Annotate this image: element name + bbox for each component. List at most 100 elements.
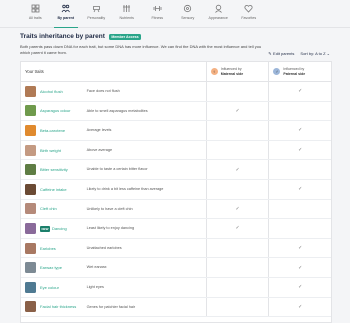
trait-result: Average levels <box>86 128 112 133</box>
check-icon: ✓ <box>298 88 303 95</box>
trait-result: Unlikely to have a cleft chin <box>86 206 133 211</box>
trait-cell[interactable]: Alcohol flush <box>21 82 87 101</box>
check-icon: ✓ <box>298 127 303 134</box>
trait-link[interactable]: Alcohol flush <box>40 89 63 94</box>
maternal-cell: ✓ <box>205 219 269 238</box>
nav-tab-sensory[interactable]: Sensory <box>173 0 204 28</box>
maternal-cell: ✓ <box>205 199 269 219</box>
column-header-maternal: ♀ Influenced by Maternal side <box>205 62 269 82</box>
trait-link[interactable]: NEW Dancing <box>40 225 67 232</box>
nav-tab-favorites[interactable]: Favorites <box>234 0 265 28</box>
trait-thumbnail <box>25 164 36 176</box>
trait-cell[interactable]: Eye colour <box>21 278 87 297</box>
page-description: Both parents pass down DNA for each trai… <box>20 44 262 55</box>
trait-result: Unattached earlobes <box>86 245 122 250</box>
maternal-cell <box>205 258 269 277</box>
maternal-cell <box>205 82 269 101</box>
maternal-cell: ✓ <box>205 160 269 179</box>
trait-name: Cleft chin <box>40 206 57 212</box>
trait-cell[interactable]: Cleft chin <box>21 200 87 219</box>
nav-tab-all-traits[interactable]: All traits <box>20 0 51 28</box>
nav-label: By parent <box>57 16 75 20</box>
nutrients-icon <box>123 5 131 12</box>
paternal-cell: ✓ <box>268 179 331 199</box>
nav-tabs: All traits By parent Personality Nutrients F… <box>20 0 264 28</box>
trait-cell[interactable]: Asparagus odour <box>21 102 87 121</box>
paternal-cell: ✓ <box>268 258 331 277</box>
trait-cell[interactable]: Beta-carotene <box>21 121 87 140</box>
trait-result: Likely to drink a bit less caffeine than… <box>86 186 164 191</box>
trait-result: Face does not flush <box>86 89 120 93</box>
table-row: Birth weight Above average ✓ <box>21 140 331 161</box>
trait-thumbnail <box>25 262 36 274</box>
paternal-cell: ✓ <box>268 140 331 160</box>
paternal-cell: ✓ <box>268 82 331 101</box>
nav-label: Sensory <box>181 16 195 20</box>
trait-thumbnail <box>25 301 36 313</box>
check-icon: ✓ <box>298 264 303 271</box>
maternal-cell <box>205 238 269 258</box>
maternal-avatar-icon: ♀ <box>210 68 218 75</box>
trait-name: Dancing <box>52 225 67 231</box>
page-heading: Traits inheritance by parent Member Acce… <box>20 33 142 40</box>
dumbbell-icon <box>153 6 162 11</box>
trait-name: Asparagus odour <box>40 108 71 114</box>
table-row: Alcohol flush Face does not flush ✓ <box>21 82 331 102</box>
trait-link[interactable]: Eye colour <box>40 285 59 290</box>
nav-tab-by-parent[interactable]: By parent <box>51 0 82 28</box>
check-icon: ✓ <box>298 245 303 252</box>
family-icon <box>61 4 71 13</box>
column-header-paternal: ♂ Influenced by Paternal side <box>268 62 331 82</box>
table-body: Alcohol flush Face does not flush ✓ Asparag… <box>21 82 331 318</box>
top-nav: All traits By parent Personality Nutrients F… <box>0 0 350 28</box>
trait-cell[interactable]: Bitter sensitivity <box>21 160 87 179</box>
check-icon: ✓ <box>235 205 240 212</box>
trait-result: Light eyes <box>86 284 104 289</box>
nav-tab-appearance[interactable]: Appearance <box>203 0 234 28</box>
table-row: Eye colour Light eyes ✓ <box>21 277 331 298</box>
paternal-cell <box>268 160 331 179</box>
traits-table: Your traits ♀ Influenced by Maternal side… <box>20 61 332 323</box>
paternal-cell: ✓ <box>268 238 331 258</box>
maternal-cell: ✓ <box>205 101 269 121</box>
nav-label: Appearance <box>208 16 228 20</box>
trait-cell[interactable]: Caffeine intake <box>21 180 87 199</box>
paternal-cell <box>268 219 331 238</box>
trait-link[interactable]: Bitter sensitivity <box>40 167 68 172</box>
paternal-cell: ✓ <box>268 297 331 317</box>
trait-cell[interactable]: Earwax type <box>21 258 87 277</box>
trait-link[interactable]: Asparagus odour <box>40 108 70 113</box>
edit-parents-button[interactable]: Edit parents <box>268 51 294 56</box>
nav-label: Fitness <box>151 16 164 20</box>
paternal-avatar-icon: ♂ <box>273 68 281 75</box>
trait-thumbnail <box>25 242 36 254</box>
table-row: Earwax type Wet earwax ✓ <box>21 258 331 278</box>
paternal-cell <box>268 199 331 219</box>
maternal-cell <box>205 121 269 140</box>
trait-cell[interactable]: Facial hair thickness <box>21 298 87 317</box>
trait-cell[interactable]: Birth weight <box>21 141 87 160</box>
trait-link[interactable]: Caffeine intake <box>40 187 67 192</box>
nav-label: Personality <box>87 16 106 20</box>
trait-thumbnail <box>25 85 36 97</box>
trait-link[interactable]: Facial hair thickness <box>40 304 76 309</box>
trait-thumbnail <box>25 124 36 136</box>
trait-name: Facial hair thickness <box>40 304 77 310</box>
trait-link[interactable]: Earwax type <box>40 265 62 270</box>
nav-tab-fitness[interactable]: Fitness <box>142 0 173 28</box>
trait-result: Above average <box>86 147 113 152</box>
trait-cell[interactable]: Earlobes <box>21 239 87 258</box>
trait-link[interactable]: Cleft chin <box>40 206 57 211</box>
table-row: NEW Dancing Least likely to enjoy dancing ✓ <box>21 219 331 239</box>
heart-icon <box>244 5 253 13</box>
trait-link[interactable]: Earlobes <box>40 246 56 251</box>
trait-thumbnail <box>25 183 36 195</box>
trait-link[interactable]: Birth weight <box>40 148 61 153</box>
nav-tab-nutrients[interactable]: Nutrients <box>112 0 143 28</box>
sort-dropdown[interactable]: Sort by: A to Z ⌄ <box>300 51 330 56</box>
table-row: Facial hair thickness Genes for patchier … <box>21 297 331 318</box>
maternal-line2: Maternal side <box>220 71 244 76</box>
trait-cell[interactable]: NEW Dancing <box>21 219 87 238</box>
nav-tab-personality[interactable]: Personality <box>81 0 112 28</box>
trait-link[interactable]: Beta-carotene <box>40 128 65 133</box>
